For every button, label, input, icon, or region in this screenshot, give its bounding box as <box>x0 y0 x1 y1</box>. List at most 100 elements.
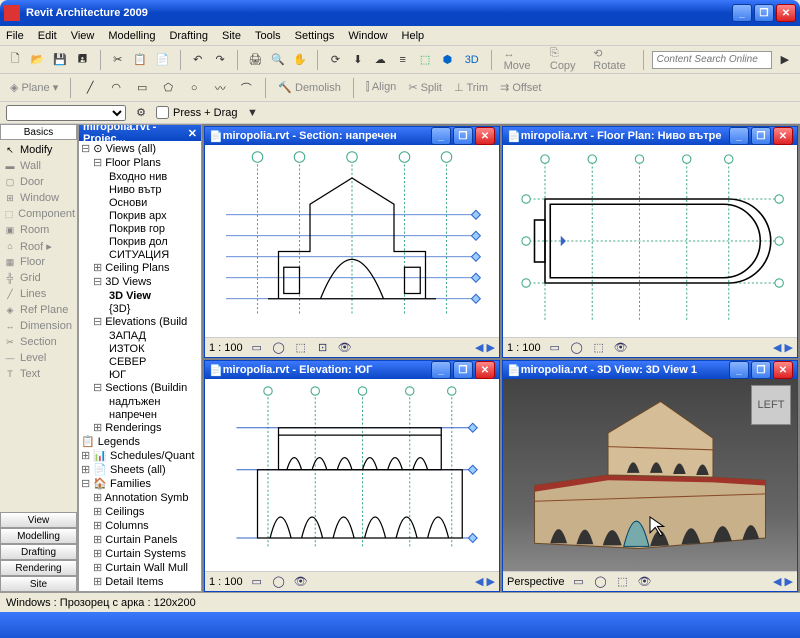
taskbar[interactable] <box>0 612 800 638</box>
hide-icon[interactable]: 👁 <box>337 340 353 356</box>
paste-button[interactable]: 📄 <box>153 49 171 71</box>
arc-icon[interactable]: ◠ <box>105 77 127 99</box>
scroll-icon[interactable]: ◀ ▶ <box>773 575 793 588</box>
minimize-button[interactable]: _ <box>431 361 451 379</box>
scroll-icon[interactable]: ◀ ▶ <box>773 341 793 354</box>
tab-basics[interactable]: Basics <box>0 124 77 140</box>
scale-label[interactable]: 1 : 100 <box>209 576 243 588</box>
detail-icon[interactable]: ▭ <box>547 340 563 356</box>
hide-icon[interactable]: 👁 <box>613 340 629 356</box>
open-button[interactable]: 📂 <box>28 49 46 71</box>
tool-wall[interactable]: ▬Wall <box>2 158 75 174</box>
box-icon[interactable]: ⬚ <box>416 49 434 71</box>
maximize-button[interactable]: ❐ <box>453 127 473 145</box>
close-icon[interactable]: ✕ <box>188 127 197 140</box>
maximize-button[interactable]: ❐ <box>754 4 774 22</box>
shadow-icon[interactable]: ⬚ <box>591 340 607 356</box>
spline-icon[interactable]: 〰 <box>209 77 231 99</box>
view-floorplan-header[interactable]: 📄 miropolia.rvt - Floor Plan: Ниво вътре… <box>503 127 797 145</box>
cut-button[interactable]: ✂ <box>108 49 126 71</box>
style-icon[interactable]: ◯ <box>271 340 287 356</box>
view-elevation-header[interactable]: 📄 miropolia.rvt - Elevation: ЮГ _❐✕ <box>205 361 499 379</box>
tool-lines[interactable]: ╱Lines <box>2 286 75 302</box>
floorplan-canvas[interactable] <box>503 145 797 337</box>
minimize-button[interactable]: _ <box>729 361 749 379</box>
crop-icon[interactable]: ⊡ <box>315 340 331 356</box>
detail-icon[interactable]: ▭ <box>249 340 265 356</box>
rect-icon[interactable]: ▭ <box>131 77 153 99</box>
menu-settings[interactable]: Settings <box>295 30 335 42</box>
close-button[interactable]: ✕ <box>773 361 793 379</box>
menu-tools[interactable]: Tools <box>255 30 281 42</box>
tab-view[interactable]: View <box>0 512 77 528</box>
tool-component[interactable]: ⬚Component <box>2 206 75 222</box>
tab-rendering[interactable]: Rendering <box>0 560 77 576</box>
filter-icon[interactable]: ▼ <box>242 102 264 124</box>
list-icon[interactable]: ≡ <box>393 49 411 71</box>
section-canvas[interactable] <box>205 145 499 337</box>
tab-drafting[interactable]: Drafting <box>0 544 77 560</box>
copy-tool-button[interactable]: ⎘ Copy <box>546 47 585 72</box>
view-3d-header[interactable]: 📄 miropolia.rvt - 3D View: 3D View 1 _❐✕ <box>503 361 797 379</box>
menu-file[interactable]: File <box>6 30 24 42</box>
menu-view[interactable]: View <box>71 30 95 42</box>
poly-icon[interactable]: ⬠ <box>157 77 179 99</box>
scroll-icon[interactable]: ◀ ▶ <box>475 341 495 354</box>
type-selector[interactable] <box>6 105 126 121</box>
copy-button[interactable]: 📋 <box>131 49 149 71</box>
3d-canvas[interactable]: LEFT <box>503 379 797 571</box>
tool-room[interactable]: ▣Room <box>2 222 75 238</box>
hide-icon[interactable]: 👁 <box>636 574 652 590</box>
menu-site[interactable]: Site <box>222 30 241 42</box>
menu-window[interactable]: Window <box>348 30 387 42</box>
split-button[interactable]: ✂ Split <box>404 81 446 94</box>
tool-roof[interactable]: ⌂Roof ▸ <box>2 238 75 254</box>
minimize-button[interactable]: _ <box>732 4 752 22</box>
tab-site[interactable]: Site <box>0 576 77 592</box>
search-input[interactable] <box>652 51 772 69</box>
minimize-button[interactable]: _ <box>431 127 451 145</box>
menu-modelling[interactable]: Modelling <box>108 30 155 42</box>
tool-floor[interactable]: ▦Floor <box>2 254 75 270</box>
close-button[interactable]: ✕ <box>773 127 793 145</box>
elevation-canvas[interactable] <box>205 379 499 571</box>
shadow-icon[interactable]: ⬚ <box>293 340 309 356</box>
project-tree[interactable]: ⊟ ⊙ Views (all) ⊟ Floor Plans Входно нив… <box>79 141 201 591</box>
maximize-button[interactable]: ❐ <box>751 127 771 145</box>
hide-icon[interactable]: 👁 <box>293 574 309 590</box>
menu-drafting[interactable]: Drafting <box>169 30 208 42</box>
tool-grid[interactable]: ╬Grid <box>2 270 75 286</box>
undo-button[interactable]: ↶ <box>189 49 207 71</box>
scale-label[interactable]: 1 : 100 <box>209 342 243 354</box>
view-cube[interactable]: LEFT <box>751 385 791 425</box>
tool-window[interactable]: ⊞Window <box>2 190 75 206</box>
zoom-button[interactable]: 🔍 <box>269 49 287 71</box>
offset-button[interactable]: ⇉ Offset <box>496 81 545 94</box>
scale-label[interactable]: Perspective <box>507 576 564 588</box>
press-drag-checkbox[interactable]: Press + Drag <box>156 106 238 119</box>
style-icon[interactable]: ◯ <box>592 574 608 590</box>
cube-icon[interactable]: ⬢ <box>438 49 456 71</box>
tab-modelling[interactable]: Modelling <box>0 528 77 544</box>
tool-dimension[interactable]: ↔Dimension <box>2 318 75 334</box>
detail-icon[interactable]: ▭ <box>570 574 586 590</box>
circle-icon[interactable]: ○ <box>183 77 205 99</box>
close-button[interactable]: ✕ <box>776 4 796 22</box>
tool-door[interactable]: ▢Door <box>2 174 75 190</box>
menu-edit[interactable]: Edit <box>38 30 57 42</box>
style-icon[interactable]: ◯ <box>569 340 585 356</box>
rotate-button[interactable]: ⟲ Rotate <box>589 47 634 72</box>
scale-label[interactable]: 1 : 100 <box>507 342 541 354</box>
menu-help[interactable]: Help <box>402 30 425 42</box>
close-button[interactable]: ✕ <box>475 127 495 145</box>
pan-button[interactable]: ✋ <box>291 49 309 71</box>
tool-section[interactable]: ✂Section <box>2 334 75 350</box>
plane-button[interactable]: ◈ Plane ▾ <box>6 81 62 94</box>
tool-level[interactable]: —Level <box>2 350 75 366</box>
line-icon[interactable]: ╱ <box>79 77 101 99</box>
close-button[interactable]: ✕ <box>475 361 495 379</box>
redo-button[interactable]: ↷ <box>211 49 229 71</box>
sync-button[interactable]: ⟳ <box>326 49 344 71</box>
print-button[interactable]: 🖨 <box>246 49 264 71</box>
filter-prop-icon[interactable]: ⚙ <box>130 102 152 124</box>
